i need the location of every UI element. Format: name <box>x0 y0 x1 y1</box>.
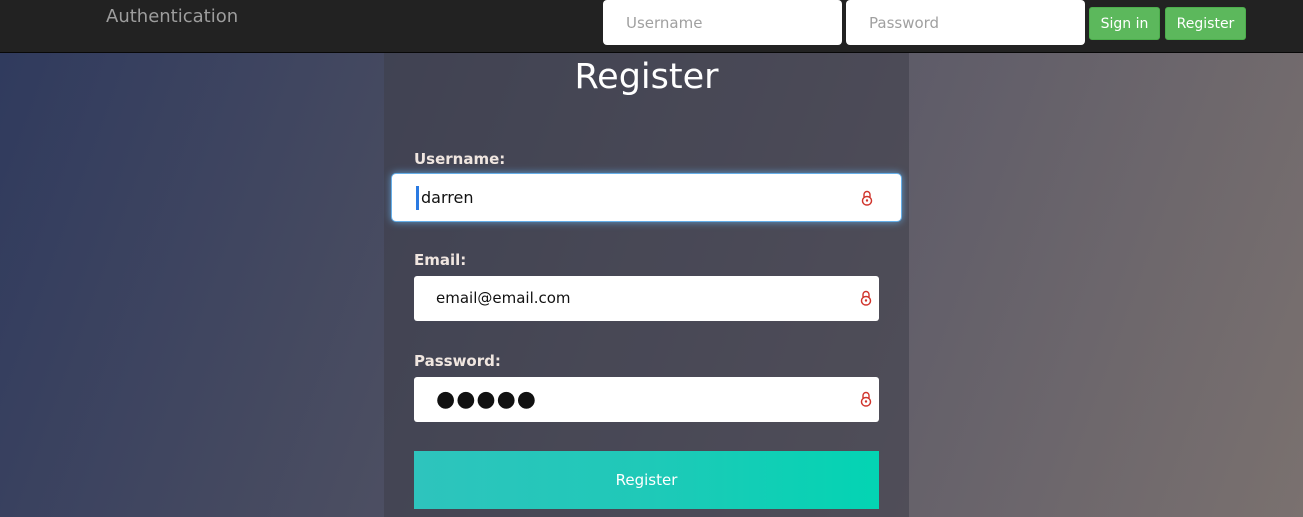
page-title: Register <box>574 57 719 97</box>
email-value: email@email.com <box>436 289 571 307</box>
email-field[interactable]: email@email.com <box>414 276 879 321</box>
username-field[interactable]: darren <box>391 173 902 222</box>
top-navbar: Authentication Sign in Register <box>0 0 1303 53</box>
password-masked-value: ●●●●● <box>436 387 537 412</box>
brand-link[interactable]: Authentication <box>106 6 238 27</box>
username-label: Username: <box>414 150 506 168</box>
navbar-password-input[interactable] <box>846 0 1085 45</box>
register-panel: Register Username: darren Email: email@e… <box>384 53 909 517</box>
signin-button[interactable]: Sign in <box>1089 7 1160 40</box>
navbar-username-input[interactable] <box>603 0 842 45</box>
username-value: darren <box>421 188 474 207</box>
email-label: Email: <box>414 251 467 269</box>
lock-icon <box>860 290 872 306</box>
lock-icon <box>860 391 872 407</box>
register-submit-button[interactable]: Register <box>414 451 879 509</box>
password-label: Password: <box>414 352 501 370</box>
navbar-register-button[interactable]: Register <box>1165 7 1246 40</box>
password-field[interactable]: ●●●●● <box>414 377 879 422</box>
lock-icon <box>861 190 873 206</box>
text-caret <box>416 186 419 210</box>
